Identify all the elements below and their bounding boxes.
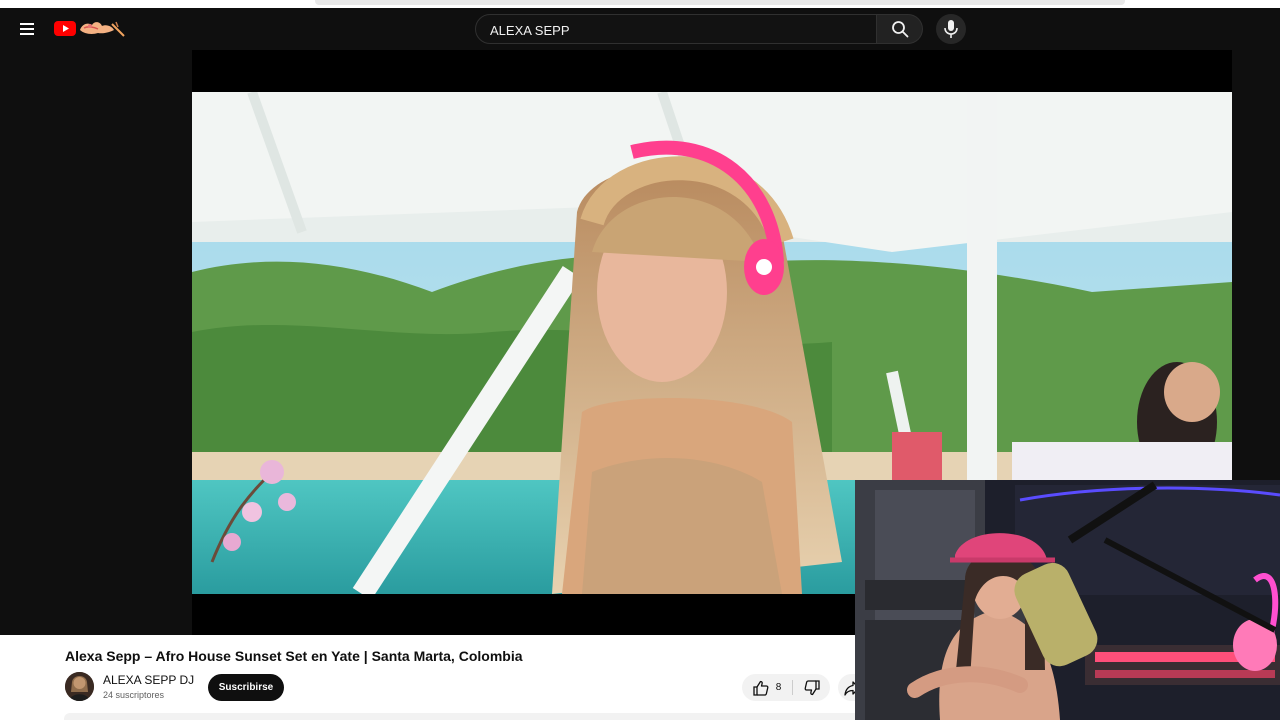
masthead — [0, 8, 1280, 50]
hamburger-menu-icon — [20, 23, 34, 35]
subscribe-button[interactable]: Suscribirse — [208, 674, 284, 701]
dislike-button[interactable] — [794, 674, 830, 701]
video-title: Alexa Sepp – Afro House Sunset Set en Ya… — [65, 648, 523, 664]
search-button[interactable] — [877, 14, 923, 44]
browser-address-strip — [315, 0, 1125, 5]
left-margin — [0, 50, 192, 635]
webcam-overlay — [855, 480, 1280, 720]
search-input[interactable] — [488, 15, 872, 45]
subscriber-count: 24 suscriptores — [103, 690, 165, 700]
search-icon — [891, 21, 908, 38]
description-box[interactable] — [64, 713, 864, 720]
like-count: 8 — [775, 682, 782, 693]
voice-search-button[interactable] — [936, 14, 966, 44]
channel-avatar[interactable] — [65, 672, 94, 701]
like-button[interactable]: 8 — [742, 674, 792, 701]
menu-button[interactable] — [14, 18, 40, 40]
like-dislike-group: 8 — [742, 674, 830, 701]
thumbs-down-icon — [804, 679, 820, 695]
channel-name[interactable]: ALEXA SEPP DJ — [103, 673, 194, 687]
thumbs-up-icon — [753, 680, 769, 696]
youtube-logo[interactable] — [54, 18, 126, 40]
like-divider — [792, 680, 793, 695]
search-box — [475, 14, 877, 45]
browser-top-strip — [0, 0, 1280, 8]
microphone-icon — [944, 20, 958, 38]
